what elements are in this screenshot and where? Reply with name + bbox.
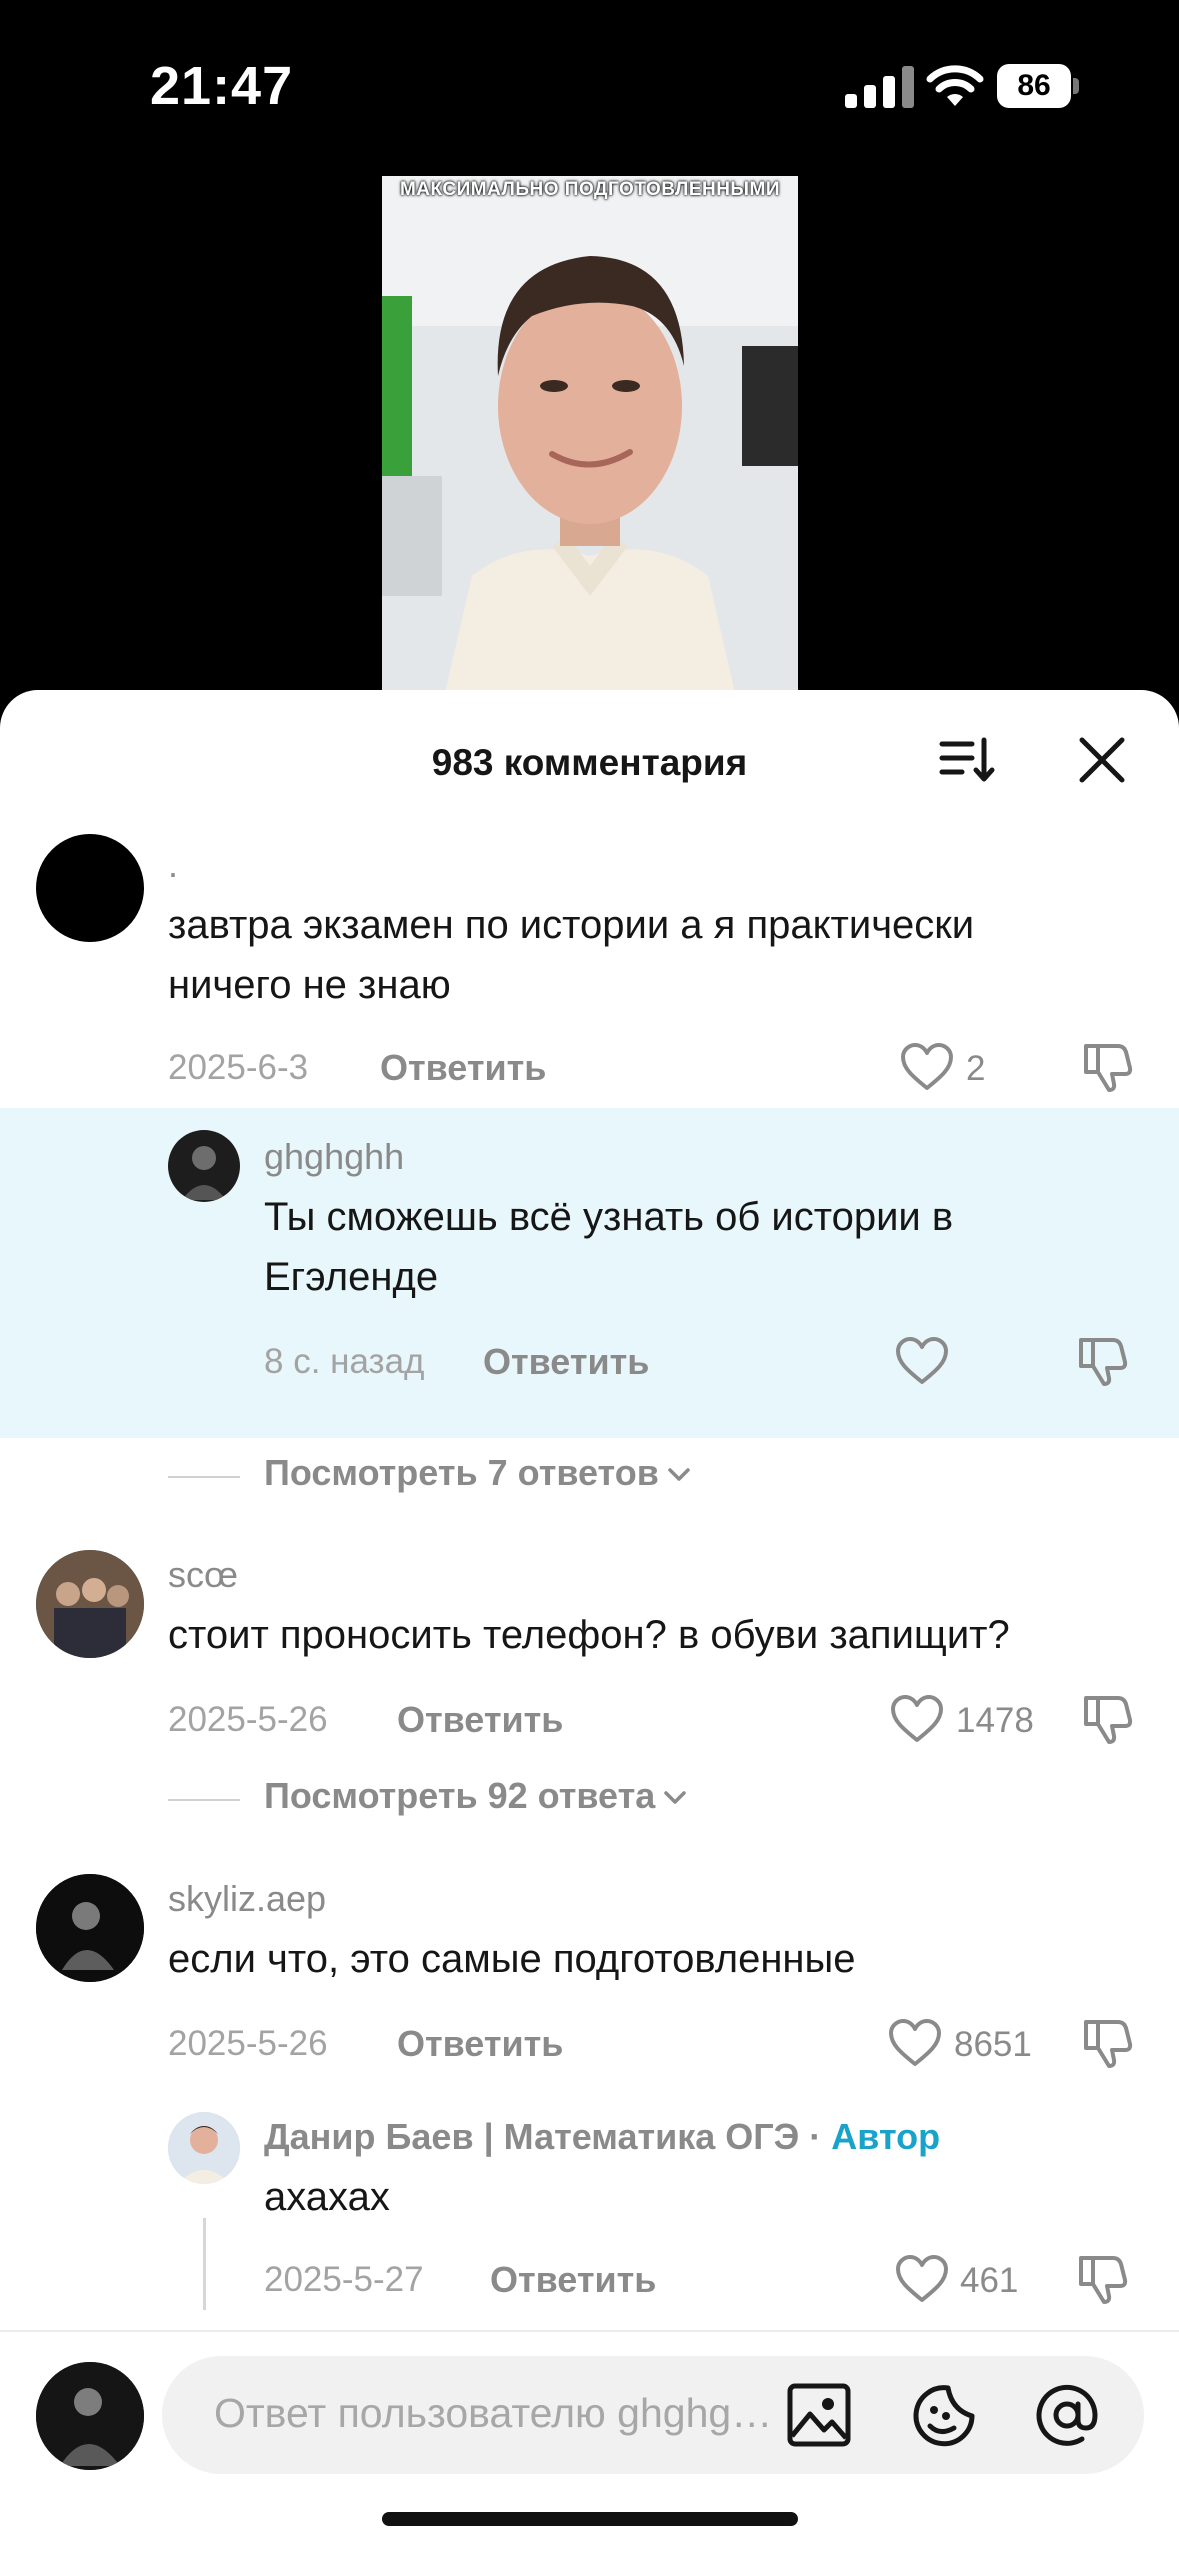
status-bar: 21:47 86 xyxy=(0,0,1179,170)
comment-text-line: завтра экзамен по истории а я практическ… xyxy=(168,903,975,947)
reply-button[interactable]: Ответить xyxy=(397,1699,563,1741)
reply-username[interactable]: Данир Баев | Математика ОГЭ · Автор xyxy=(264,2116,940,2158)
comment-input-placeholder: Ответ пользователю ghghghh xyxy=(214,2390,774,2436)
divider xyxy=(168,1476,240,1478)
comment-input[interactable]: Ответ пользователю ghghghh xyxy=(162,2356,1144,2474)
like-count: 2 xyxy=(966,1049,986,1088)
reply-button[interactable]: Ответить xyxy=(490,2259,656,2301)
reply-text-line: Ты сможешь всё узнать об истории в xyxy=(264,1195,954,1239)
chevron-down-icon xyxy=(664,1791,686,1805)
divider xyxy=(168,1799,240,1801)
thread-line xyxy=(203,2218,206,2310)
view-replies-button[interactable]: Посмотреть 92 ответа xyxy=(264,1775,687,1817)
avatar[interactable] xyxy=(36,834,144,942)
status-time: 21:47 xyxy=(150,56,294,116)
comment-username[interactable]: scœ xyxy=(168,1554,238,1596)
dislike-icon[interactable] xyxy=(1080,1040,1134,1094)
reply-date: 2025-5-27 xyxy=(264,2260,424,2299)
view-replies-label: Посмотреть 7 ответов xyxy=(264,1452,659,1493)
battery-indicator: 86 xyxy=(997,64,1079,108)
avatar[interactable] xyxy=(36,1874,144,1982)
wifi-icon xyxy=(926,65,984,106)
view-replies-button[interactable]: Посмотреть 7 ответов xyxy=(264,1452,691,1494)
heart-icon[interactable] xyxy=(890,1694,944,1744)
heart-icon[interactable] xyxy=(900,1042,954,1092)
reply-username-text: Данир Баев | Математика ОГЭ · xyxy=(264,2116,822,2157)
video-preview[interactable]: МАКСИМАЛЬНО ПОДГОТОВЛЕННЫМИ xyxy=(382,176,798,706)
comments-count-title: 983 комментария xyxy=(431,742,748,783)
sort-icon[interactable] xyxy=(938,730,998,790)
reply-button[interactable]: Ответить xyxy=(483,1341,649,1383)
video-caption: МАКСИМАЛЬНО ПОДГОТОВЛЕННЫМИ xyxy=(399,179,781,200)
dislike-icon[interactable] xyxy=(1075,1334,1129,1388)
avatar[interactable] xyxy=(36,1550,144,1658)
comment-date: 2025-5-26 xyxy=(168,2024,328,2063)
my-avatar[interactable] xyxy=(36,2362,144,2470)
dislike-icon[interactable] xyxy=(1080,2016,1134,2070)
reply-text-line: ахахах xyxy=(264,2175,390,2219)
chevron-down-icon xyxy=(668,1468,690,1482)
avatar[interactable] xyxy=(168,1130,240,1202)
comments-sheet: 983 комментария . завтра экзамен по исто… xyxy=(0,690,1179,2556)
battery-level: 86 xyxy=(1017,69,1051,102)
reply-date: 8 с. назад xyxy=(264,1342,425,1381)
comment-username[interactable]: skyliz.aep xyxy=(168,1878,326,1920)
emoji-icon[interactable] xyxy=(910,2380,980,2450)
author-avatar[interactable] xyxy=(168,2112,240,2184)
comment-date: 2025-5-26 xyxy=(168,1700,328,1739)
comment-text-line: ничего не знаю xyxy=(168,963,451,1007)
signal-icon xyxy=(845,66,914,108)
reply-username[interactable]: ghghghh xyxy=(264,1136,404,1178)
dislike-icon[interactable] xyxy=(1080,1692,1134,1746)
comment-username[interactable]: . xyxy=(168,844,178,886)
view-replies-label: Посмотреть 92 ответа xyxy=(264,1775,656,1816)
comment-text-line: стоит проносить телефон? в обуви запищит… xyxy=(168,1613,1010,1657)
close-icon[interactable] xyxy=(1072,730,1132,790)
mention-icon[interactable] xyxy=(1032,2380,1102,2450)
reply-text-line: Егэленде xyxy=(264,1255,439,1299)
dislike-icon[interactable] xyxy=(1075,2252,1129,2306)
comment-date: 2025-6-3 xyxy=(168,1048,309,1087)
video-thumbnail-image xyxy=(382,176,798,706)
reply-button[interactable]: Ответить xyxy=(380,1047,546,1089)
like-count: 461 xyxy=(960,2261,1019,2300)
reply-button[interactable]: Ответить xyxy=(397,2023,563,2065)
heart-icon[interactable] xyxy=(895,1336,949,1386)
home-indicator[interactable] xyxy=(382,2512,798,2526)
like-count: 8651 xyxy=(954,2025,1032,2064)
heart-icon[interactable] xyxy=(888,2018,942,2068)
heart-icon[interactable] xyxy=(895,2254,949,2304)
comment-text-line: если что, это самые подготовленные xyxy=(168,1937,856,1981)
like-count: 1478 xyxy=(956,1701,1034,1740)
author-badge: Автор xyxy=(831,2116,941,2157)
image-icon[interactable] xyxy=(784,2380,854,2450)
